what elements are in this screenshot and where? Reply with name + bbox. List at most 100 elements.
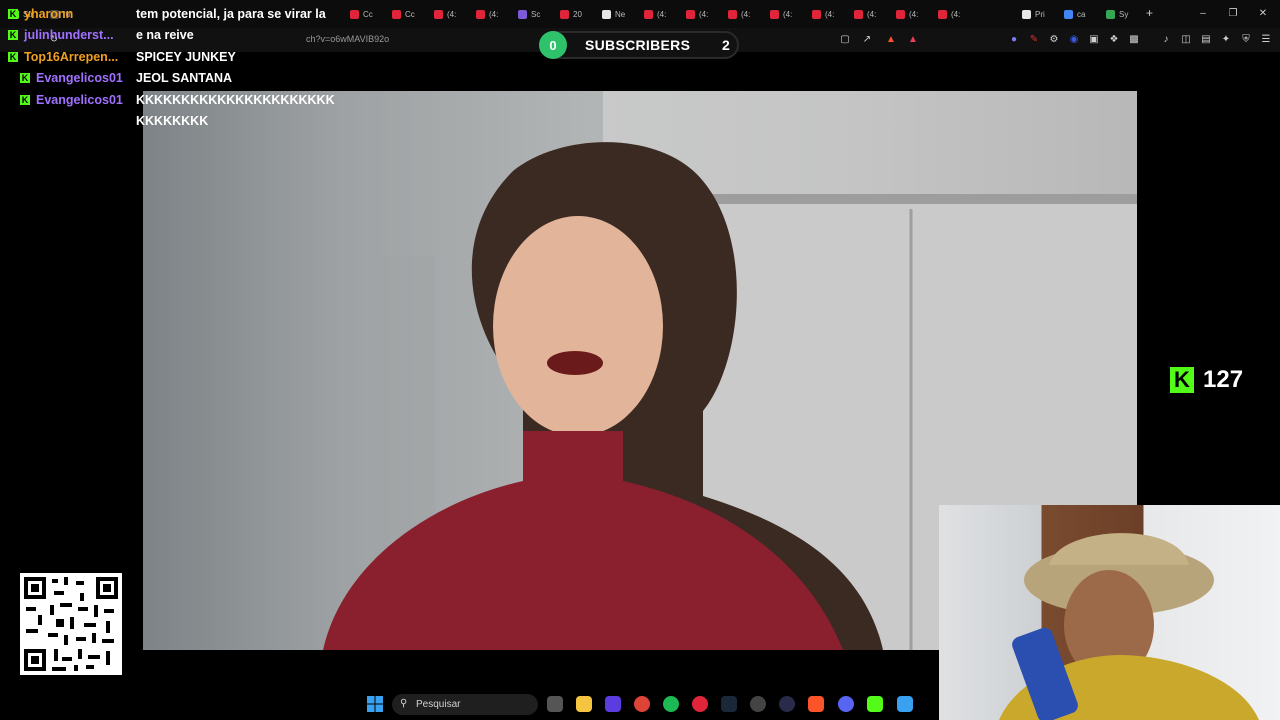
- browser-tab[interactable]: (4:: [476, 6, 498, 22]
- chat-username[interactable]: julinhunderst...: [24, 28, 114, 42]
- app-grid-icon[interactable]: [605, 696, 621, 712]
- kick-badge-icon: K: [20, 73, 30, 83]
- tab-label: (4:: [699, 9, 709, 19]
- tab-favicon-icon: [602, 9, 611, 19]
- chat-text-continuation: KKKKKKKK: [136, 114, 209, 128]
- browser-tab[interactable]: Ne: [602, 6, 625, 22]
- notepad-icon[interactable]: [897, 696, 913, 712]
- tab-favicon-icon: [476, 9, 485, 19]
- tab-label: (4:: [657, 9, 667, 19]
- music-icon[interactable]: ♪: [1160, 33, 1172, 45]
- chat-message: K Top16Arrepen... SPICEY JUNKEY: [8, 50, 236, 64]
- brave-shield-icon[interactable]: ▲: [885, 33, 897, 45]
- qr-code: [20, 573, 122, 675]
- brave-icon[interactable]: [808, 696, 824, 712]
- subscribers-count-right: 2: [722, 37, 730, 53]
- kick-badge-icon: K: [8, 30, 18, 40]
- browser-tab[interactable]: (4:: [938, 6, 960, 22]
- windows-start-icon[interactable]: [367, 696, 383, 712]
- sidebar-icon[interactable]: ◫: [1180, 33, 1192, 45]
- chat-message: Kyharonn tem potencial, ja para se virar …: [8, 7, 326, 21]
- browser-tab[interactable]: ca: [1064, 6, 1085, 22]
- tab-label: Sy: [1119, 9, 1129, 19]
- tab-favicon-icon: [518, 9, 527, 19]
- extension-icon[interactable]: ◉: [1068, 33, 1080, 45]
- chat-text: JEOL SANTANA: [136, 71, 233, 85]
- leo-ai-icon[interactable]: ✦: [1220, 33, 1232, 45]
- browser-tab[interactable]: (4:: [728, 6, 750, 22]
- wallet-icon[interactable]: ▤: [1200, 33, 1212, 45]
- share-icon[interactable]: ↗: [861, 33, 873, 45]
- chat-username[interactable]: Top16Arrepen...: [24, 50, 118, 64]
- kick-badge-icon: K: [20, 95, 30, 105]
- spotify-icon[interactable]: [663, 696, 679, 712]
- chat-username[interactable]: Evangelicos01: [36, 93, 123, 107]
- screenshot-icon[interactable]: ▩: [1128, 33, 1140, 45]
- extension-icon[interactable]: ✎: [1028, 33, 1040, 45]
- opera-icon[interactable]: [692, 696, 708, 712]
- browser-tab[interactable]: (4:: [812, 6, 834, 22]
- close-icon[interactable]: ✕: [1256, 6, 1270, 20]
- url-text[interactable]: ch?v=o6wMAVIB92o: [306, 34, 389, 44]
- tab-favicon-icon: [854, 9, 863, 19]
- app-icon[interactable]: [779, 696, 795, 712]
- tab-label: (4:: [825, 9, 835, 19]
- browser-tab[interactable]: Cc: [392, 6, 415, 22]
- chat-username[interactable]: Evangelicos01: [36, 71, 123, 85]
- browser-tab[interactable]: (4:: [896, 6, 918, 22]
- extension-icon[interactable]: ●: [1008, 33, 1020, 45]
- chat-text: SPICEY JUNKEY: [136, 50, 236, 64]
- obs-icon[interactable]: [750, 696, 766, 712]
- tab-label: Pri: [1035, 9, 1045, 19]
- tab-label: 20: [573, 9, 582, 19]
- tab-favicon-icon: [938, 9, 947, 19]
- brave-rewards-icon[interactable]: ▲: [907, 33, 919, 45]
- extension-icon[interactable]: ⚙: [1048, 33, 1060, 45]
- search-icon: ⚲: [400, 698, 408, 709]
- webcam-overlay: [939, 505, 1280, 720]
- kick-badge-icon: K: [8, 9, 18, 19]
- browser-tab[interactable]: (4:: [770, 6, 792, 22]
- extension-icon[interactable]: ▣: [1088, 33, 1100, 45]
- webcam-frame: [999, 533, 1259, 720]
- discord-icon[interactable]: [838, 696, 854, 712]
- menu-icon[interactable]: ☰: [1260, 33, 1272, 45]
- browser-tab[interactable]: Sc: [518, 6, 540, 22]
- chat-text: KKKKKKKKKKKKKKKKKKKKKK: [136, 93, 335, 107]
- browser-tab[interactable]: Cc: [350, 6, 373, 22]
- kick-app-icon[interactable]: [867, 696, 883, 712]
- task-view-icon[interactable]: [547, 696, 563, 712]
- browser-tab[interactable]: (4:: [434, 6, 456, 22]
- browser-tab[interactable]: Pri: [1022, 6, 1045, 22]
- steam-icon[interactable]: [721, 696, 737, 712]
- tab-favicon-icon: [686, 9, 695, 19]
- tab-label: (4:: [909, 9, 919, 19]
- browser-tab[interactable]: (4:: [644, 6, 666, 22]
- viewer-count: 127: [1203, 366, 1244, 393]
- tab-label: Sc: [531, 9, 541, 19]
- tab-label: Cc: [405, 9, 415, 19]
- taskbar-search-placeholder: Pesquisar: [416, 699, 461, 710]
- file-explorer-icon[interactable]: [576, 696, 592, 712]
- cast-icon[interactable]: ▢: [839, 33, 851, 45]
- puzzle-icon[interactable]: ❖: [1108, 33, 1120, 45]
- chrome-icon[interactable]: [634, 696, 650, 712]
- browser-tab[interactable]: (4:: [686, 6, 708, 22]
- minimize-icon[interactable]: –: [1196, 6, 1210, 20]
- browser-tab[interactable]: (4:: [854, 6, 876, 22]
- tab-label: (4:: [867, 9, 877, 19]
- browser-tab[interactable]: 20: [560, 6, 582, 22]
- browser-tab[interactable]: Sy: [1106, 6, 1128, 22]
- vpn-shield-icon[interactable]: ⛨: [1240, 33, 1252, 45]
- chat-username[interactable]: yharonn: [24, 7, 73, 21]
- tab-favicon-icon: [770, 9, 779, 19]
- tab-favicon-icon: [728, 9, 737, 19]
- new-tab-button[interactable]: +: [1146, 6, 1153, 20]
- chat-message: Kjulinhunderst... e na reive: [8, 28, 194, 42]
- qr-code-image: [24, 577, 118, 671]
- tab-favicon-icon: [560, 9, 569, 19]
- restore-icon[interactable]: ❐: [1226, 6, 1240, 20]
- subscribers-count-left: 0: [539, 31, 567, 59]
- tab-label: (4:: [447, 9, 457, 19]
- taskbar-search[interactable]: [392, 694, 538, 715]
